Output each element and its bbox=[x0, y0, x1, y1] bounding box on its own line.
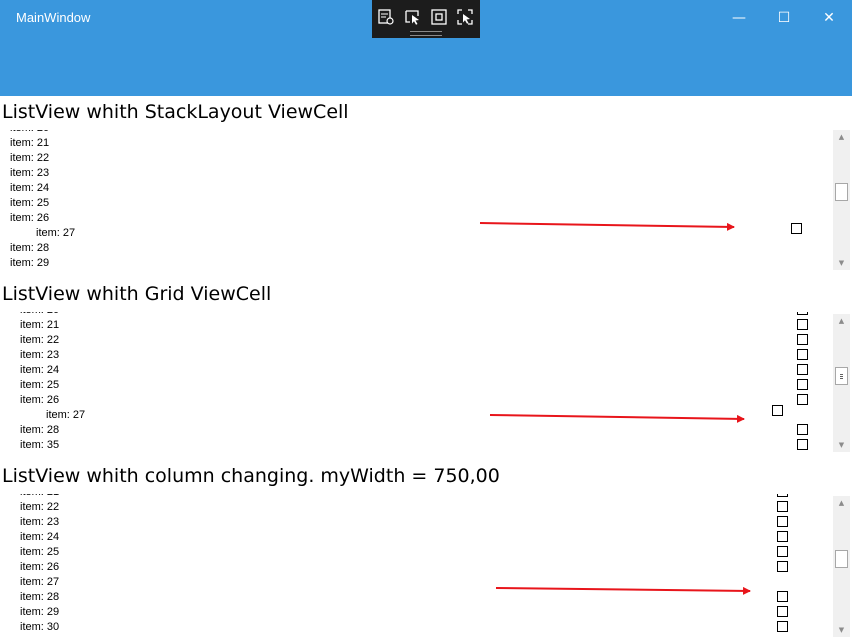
annotation-arrow bbox=[479, 222, 735, 231]
annotation-arrow bbox=[495, 586, 751, 595]
annotation-arrows bbox=[479, 222, 751, 595]
annotation-arrow bbox=[489, 414, 745, 423]
